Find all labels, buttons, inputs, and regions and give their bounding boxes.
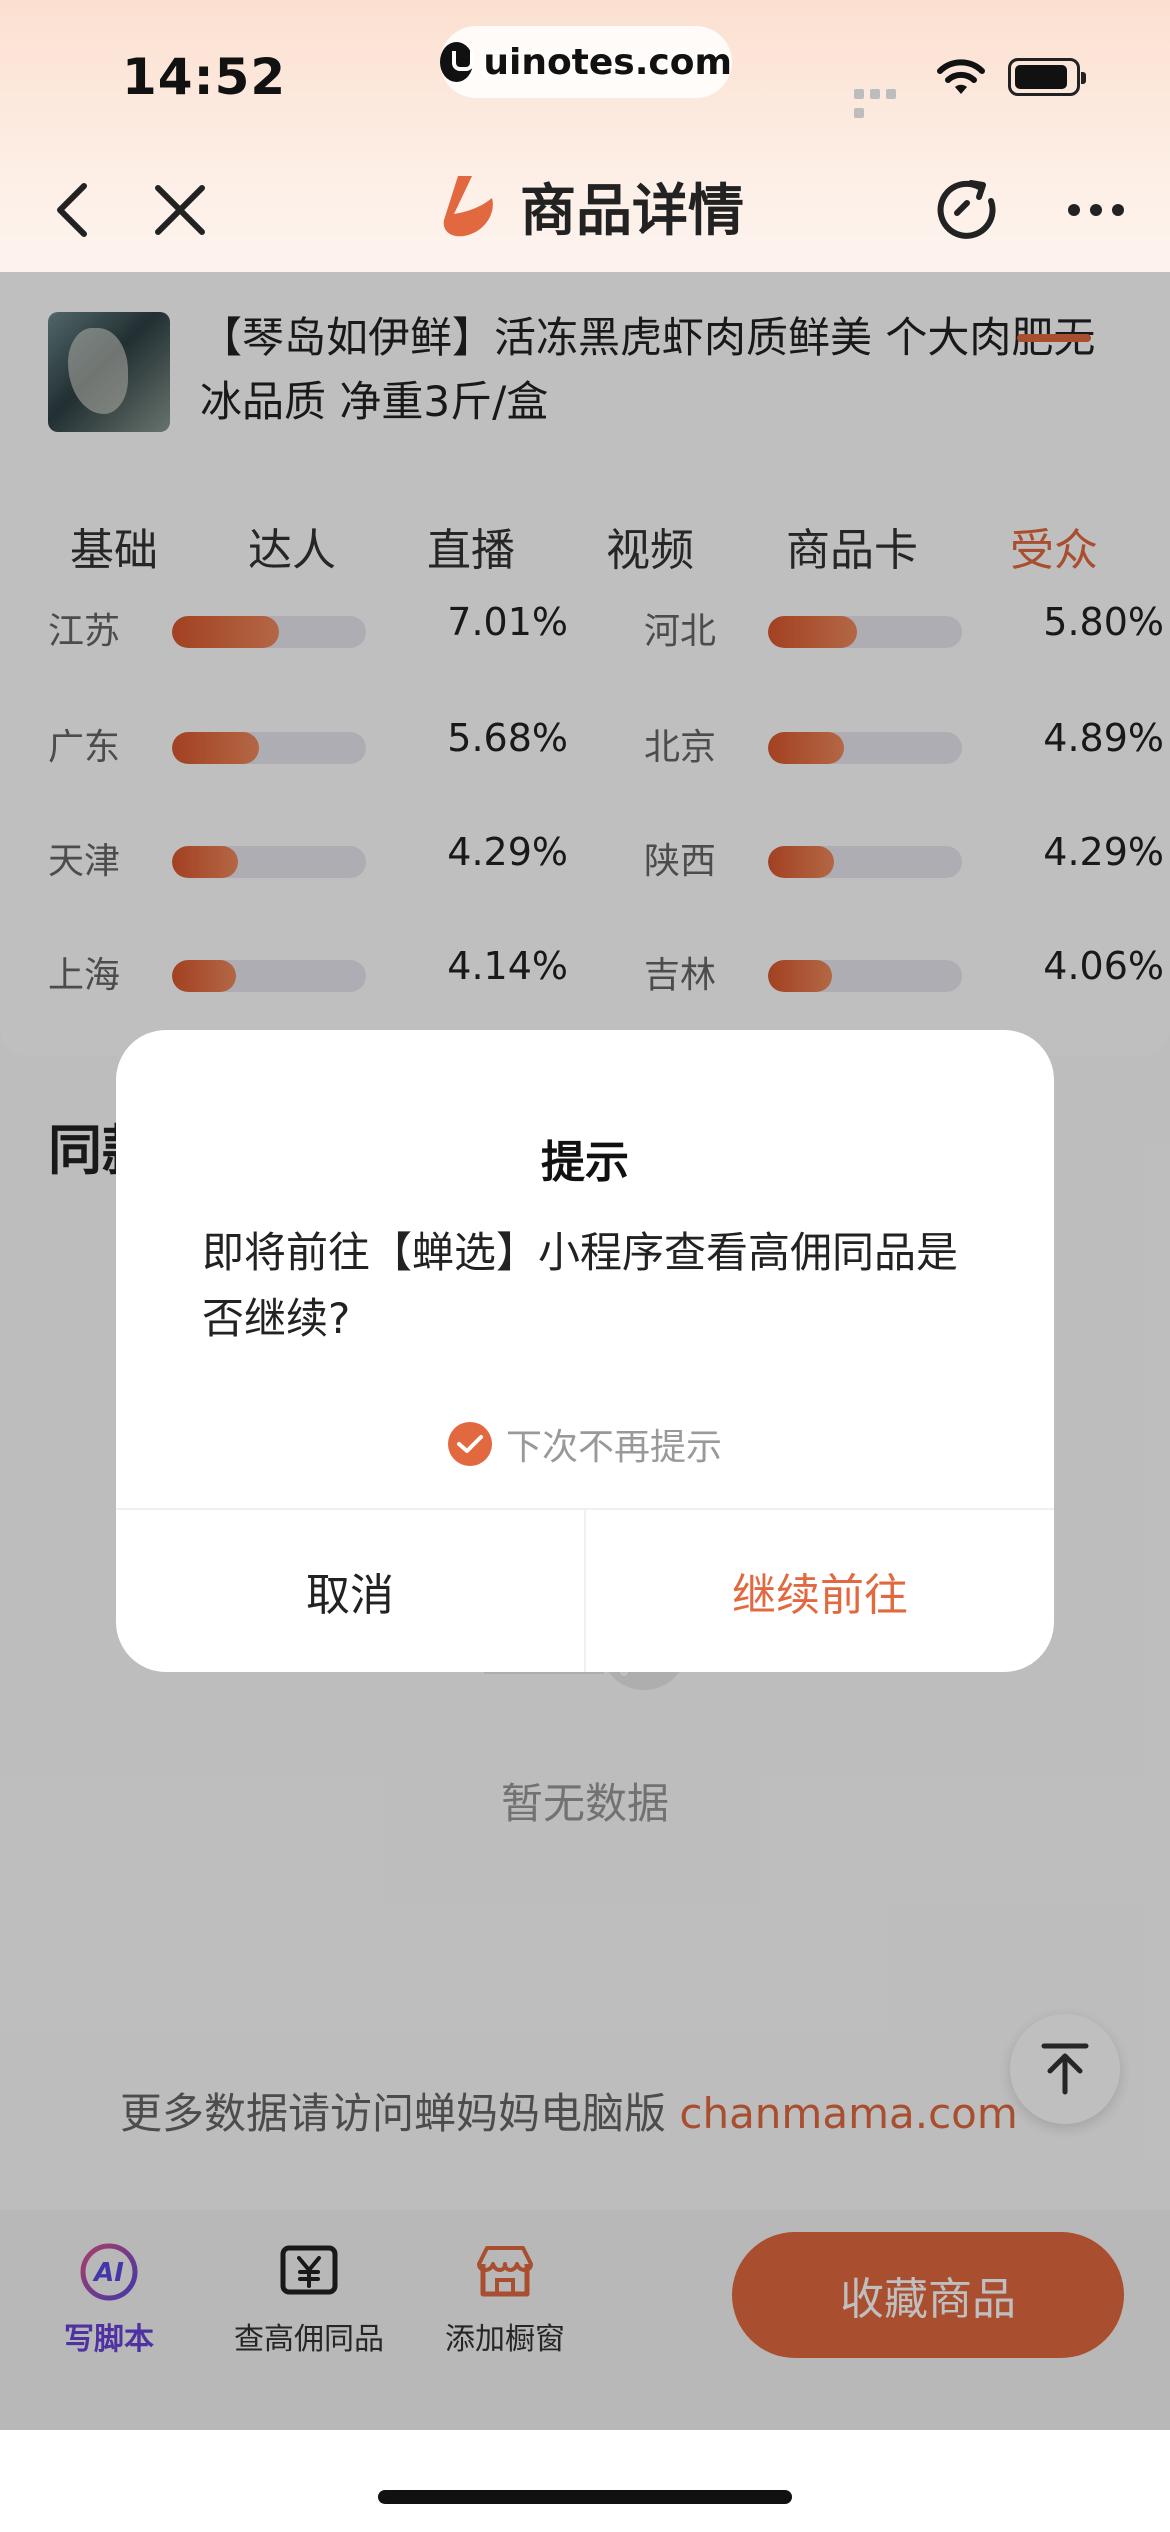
wifi-icon — [937, 59, 985, 94]
cancel-button[interactable]: 取消 — [116, 1510, 584, 1672]
close-icon — [155, 185, 205, 235]
url-pill[interactable]: uinotes.com — [440, 26, 732, 98]
continue-button[interactable]: 继续前往 — [586, 1510, 1054, 1672]
top-header: 14:52 uinotes.com 商品详情 — [0, 0, 1170, 272]
chevron-left-icon — [57, 183, 87, 237]
chanmama-logo-icon — [443, 175, 493, 236]
more-button[interactable] — [1056, 170, 1136, 250]
battery-icon — [1008, 58, 1086, 96]
page-title: 商品详情 — [436, 166, 744, 247]
checkmark-icon — [447, 1422, 492, 1466]
home-indicator[interactable] — [378, 2490, 792, 2504]
page-title-text: 商品详情 — [520, 179, 744, 244]
dialog-title: 提示 — [541, 1137, 629, 1188]
status-time: 14:52 — [122, 48, 287, 106]
confirm-dialog: 提示 即将前往【蝉选】小程序查看高佣同品是否继续? 下次不再提示 取消 继续前往 — [116, 1030, 1054, 1672]
site-logo-icon — [440, 42, 475, 82]
back-button[interactable] — [32, 170, 112, 250]
dont-show-again-label: 下次不再提示 — [505, 1427, 722, 1468]
more-icon — [1068, 204, 1124, 216]
refresh-icon — [937, 180, 996, 239]
close-button[interactable] — [140, 170, 220, 250]
url-text: uinotes.com — [483, 41, 732, 83]
dont-show-again-checkbox[interactable]: 下次不再提示 — [116, 1418, 1054, 1470]
refresh-button[interactable] — [928, 170, 1008, 250]
home-indicator-area — [0, 2430, 1170, 2532]
dialog-message: 即将前往【蝉选】小程序查看高佣同品是否继续? — [202, 1228, 959, 1343]
cellular-signal-icon — [854, 84, 916, 118]
